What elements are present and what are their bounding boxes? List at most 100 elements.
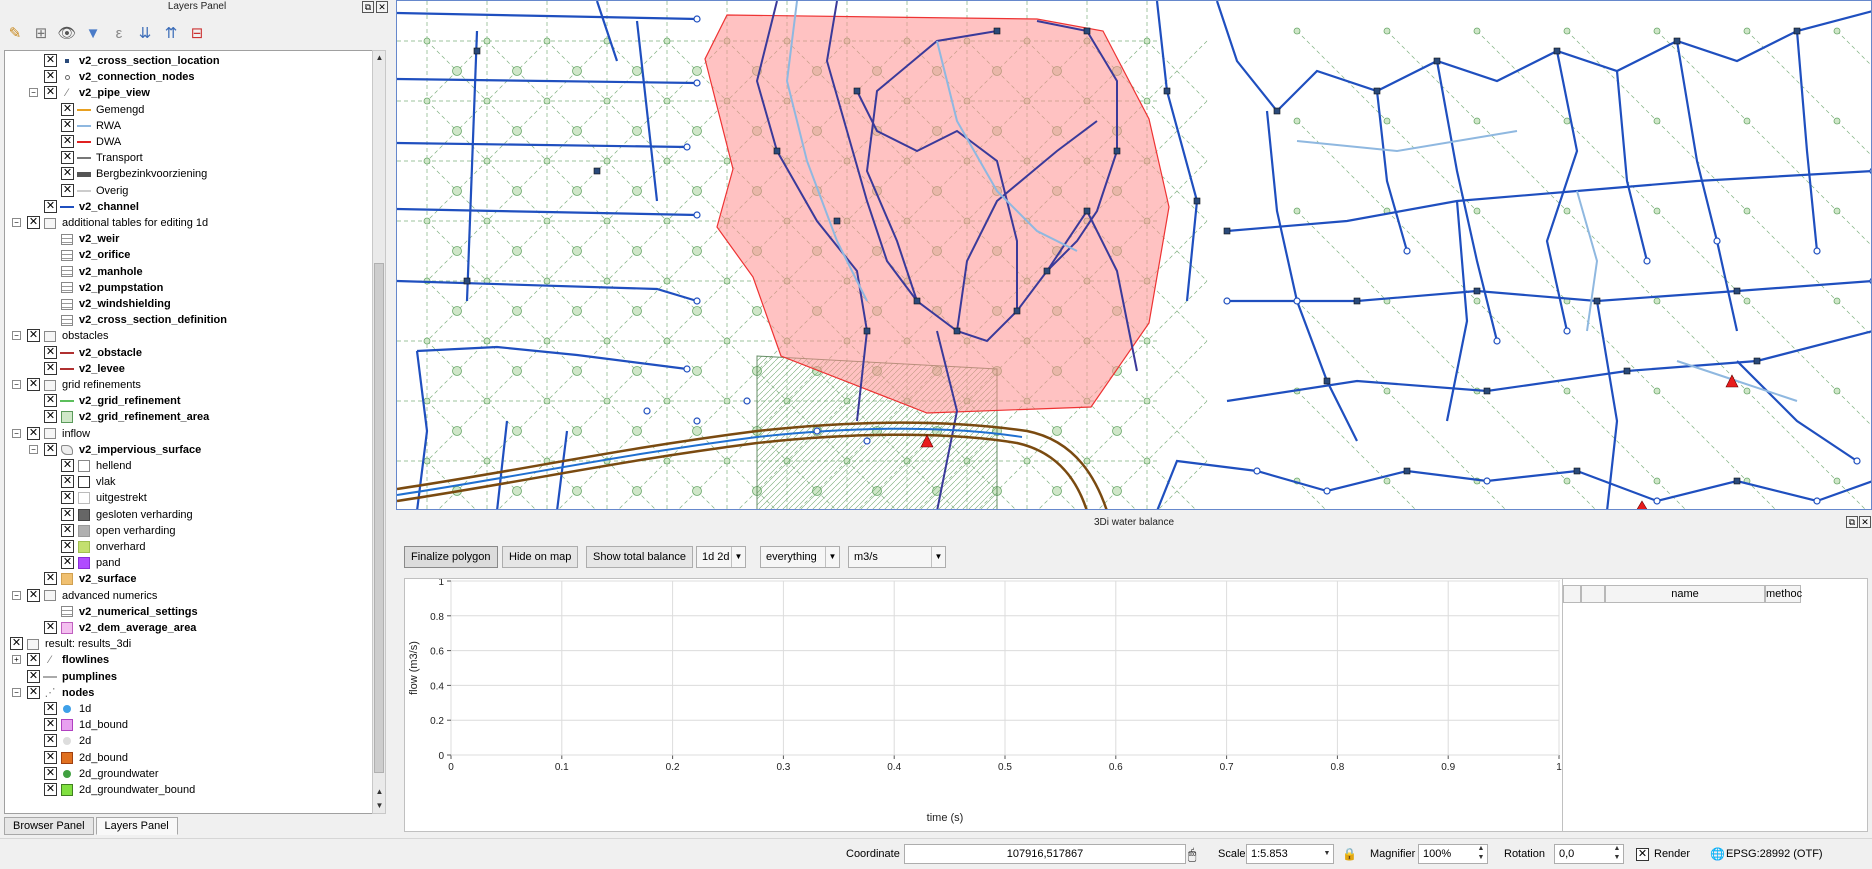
layer-visibility-checkbox[interactable]: ✕: [44, 702, 57, 715]
layer-visibility-checkbox[interactable]: ✕: [27, 378, 40, 391]
scrollbar-thumb[interactable]: [374, 263, 384, 773]
collapse-icon[interactable]: −: [12, 428, 21, 438]
layer-tree-item[interactable]: − ✕ v2_impervious_surface: [5, 442, 373, 458]
layer-tree-item[interactable]: − ✕ grid refinements: [5, 377, 373, 393]
remove-layer-icon[interactable]: ⊟: [186, 22, 208, 44]
layer-visibility-checkbox[interactable]: ✕: [27, 653, 40, 667]
scroll-up-arrow-icon[interactable]: ▲: [374, 52, 385, 64]
tab-browser-panel[interactable]: Browser Panel: [4, 817, 94, 835]
layer-visibility-checkbox[interactable]: ✕: [61, 475, 74, 489]
layer-visibility-checkbox[interactable]: ✕: [10, 637, 23, 651]
layer-tree-item[interactable]: ✕ 2d_groundwater: [5, 766, 373, 782]
layer-visibility-checkbox[interactable]: ✕: [44, 766, 57, 780]
collapse-icon[interactable]: −: [12, 218, 21, 227]
layer-tree-item[interactable]: ✕ hellend: [5, 458, 373, 474]
layer-tree-item[interactable]: v2_windshielding: [5, 296, 373, 312]
collapse-icon[interactable]: −: [29, 444, 38, 454]
lock-icon[interactable]: 🔒: [1342, 847, 1357, 861]
layer-tree-item[interactable]: ✕ v2_channel: [5, 199, 373, 215]
layer-tree-item[interactable]: ✕ 1d_bound: [5, 717, 373, 733]
layer-tree-item[interactable]: − ✕ obstacles: [5, 328, 373, 344]
layer-visibility-checkbox[interactable]: ✕: [27, 426, 40, 440]
layer-tree-item[interactable]: ✕ v2_grid_refinement: [5, 393, 373, 409]
layer-visibility-checkbox[interactable]: ✕: [44, 750, 57, 764]
layer-tree-item[interactable]: v2_pumpstation: [5, 280, 373, 296]
layer-tree-item[interactable]: ✕ RWA: [5, 118, 373, 134]
layer-tree-item[interactable]: ✕ v2_dem_average_area: [5, 620, 373, 636]
layer-tree-item[interactable]: ✕ Overig: [5, 183, 373, 199]
layer-tree-item[interactable]: − ✕ ⋰ nodes: [5, 685, 373, 701]
layer-visibility-checkbox[interactable]: ✕: [27, 588, 40, 602]
series-table[interactable]: name methoc: [1562, 578, 1868, 832]
layer-visibility-checkbox[interactable]: ✕: [44, 718, 57, 732]
close-panel-icon[interactable]: ✕: [376, 1, 388, 13]
layer-tree-scrollbar[interactable]: ▲ ▲ ▼: [372, 50, 386, 814]
layer-visibility-checkbox[interactable]: ✕: [61, 540, 74, 553]
mouse-pointer-icon[interactable]: 🖱: [1188, 846, 1196, 863]
layer-visibility-checkbox[interactable]: ✕: [44, 70, 57, 84]
layer-tree-item[interactable]: ✕ 2d_bound: [5, 750, 373, 766]
layer-visibility-checkbox[interactable]: ✕: [61, 167, 74, 181]
layer-tree-item[interactable]: ✕ v2_levee: [5, 361, 373, 377]
layer-tree-item[interactable]: ✕ v2_grid_refinement_area: [5, 409, 373, 425]
layer-tree-item[interactable]: ✕ 2d_groundwater_bound: [5, 782, 373, 798]
layer-tree-item[interactable]: − ✕ additional tables for editing 1d: [5, 215, 373, 231]
expression-filter-icon[interactable]: ε: [108, 22, 130, 44]
show-total-balance-button[interactable]: Show total balance: [586, 546, 693, 568]
collapse-all-icon[interactable]: ⇈: [160, 22, 182, 44]
layer-tree-item[interactable]: ✕ v2_connection_nodes: [5, 69, 373, 85]
close-panel-icon[interactable]: ✕: [1859, 516, 1871, 528]
filter-select[interactable]: everything ▼: [760, 546, 840, 568]
expand-icon[interactable]: +: [12, 655, 21, 665]
layer-visibility-checkbox[interactable]: ✕: [44, 410, 57, 424]
collapse-icon[interactable]: −: [29, 88, 38, 98]
spin-arrows-icon[interactable]: ▲ ▼: [1610, 844, 1624, 864]
layer-visibility-checkbox[interactable]: ✕: [44, 361, 57, 375]
table-header-method[interactable]: methoc: [1765, 585, 1802, 603]
layer-tree-item[interactable]: − ✕ inflow: [5, 426, 373, 442]
table-header-toggle[interactable]: [1581, 585, 1605, 603]
layer-tree-item[interactable]: v2_numerical_settings: [5, 604, 373, 620]
scroll-down-arrow-icon[interactable]: ▼: [374, 800, 385, 812]
water-balance-plot[interactable]: 0 0.1 0.2 0.3 0.4 0.5 0.6 0.7 0.8 0.9 1 0 0.2 0.4 0.6 0…: [404, 577, 1566, 832]
finalize-polygon-button[interactable]: Finalize polygon: [404, 546, 498, 568]
table-header-name[interactable]: name: [1605, 585, 1765, 603]
layer-visibility-checkbox[interactable]: ✕: [44, 345, 57, 359]
layer-tree-item[interactable]: − ✕ advanced numerics: [5, 588, 373, 604]
layer-visibility-checkbox[interactable]: ✕: [44, 572, 57, 586]
layer-tree-item[interactable]: ✕ DWA: [5, 134, 373, 150]
layer-tree-item[interactable]: v2_cross_section_definition: [5, 312, 373, 328]
layer-visibility-checkbox[interactable]: ✕: [44, 394, 57, 408]
layer-tree-item[interactable]: ✕ 1d: [5, 701, 373, 717]
layer-visibility-checkbox[interactable]: ✕: [27, 685, 40, 699]
globe-icon[interactable]: 🌐: [1710, 847, 1725, 861]
layer-visibility-checkbox[interactable]: ✕: [44, 734, 57, 748]
layer-visibility-checkbox[interactable]: ✕: [44, 199, 57, 213]
layer-tree-item[interactable]: + ✕ ⁄ flowlines: [5, 652, 373, 668]
dims-select[interactable]: 1d 2d ▼: [696, 546, 746, 568]
add-group-icon[interactable]: ⊞: [30, 22, 52, 44]
layer-tree-item[interactable]: ✕ onverhard: [5, 539, 373, 555]
coordinate-field[interactable]: 107916,517867: [904, 844, 1186, 864]
layer-visibility-checkbox[interactable]: ✕: [61, 183, 74, 197]
scroll-up-arrow-icon[interactable]: ▲: [374, 786, 385, 798]
layer-tree-item[interactable]: ✕ v2_cross_section_location: [5, 53, 373, 69]
layer-tree-item[interactable]: ✕ pumplines: [5, 669, 373, 685]
layer-visibility-checkbox[interactable]: ✕: [44, 621, 57, 634]
layer-tree-item[interactable]: ✕ open verharding: [5, 523, 373, 539]
map-svg[interactable]: [397, 1, 1872, 510]
layer-tree-item[interactable]: ✕ uitgestrekt: [5, 490, 373, 506]
layer-tree-item[interactable]: ✕ Gemengd: [5, 102, 373, 118]
collapse-icon[interactable]: −: [12, 687, 21, 697]
chevron-down-icon[interactable]: ▼: [1320, 844, 1334, 864]
layer-tree-item[interactable]: ✕ gesloten verharding: [5, 507, 373, 523]
layer-visibility-checkbox[interactable]: ✕: [61, 523, 74, 537]
table-header-color[interactable]: [1563, 585, 1581, 603]
layer-visibility-checkbox[interactable]: ✕: [44, 54, 57, 67]
collapse-icon[interactable]: −: [12, 331, 21, 341]
layer-tree-item[interactable]: ✕ v2_surface: [5, 571, 373, 587]
crs-label[interactable]: EPSG:28992 (OTF): [1726, 848, 1823, 860]
layer-tree-item[interactable]: v2_weir: [5, 231, 373, 247]
layer-visibility-checkbox[interactable]: ✕: [27, 669, 40, 683]
layer-tree-item[interactable]: v2_orifice: [5, 247, 373, 263]
